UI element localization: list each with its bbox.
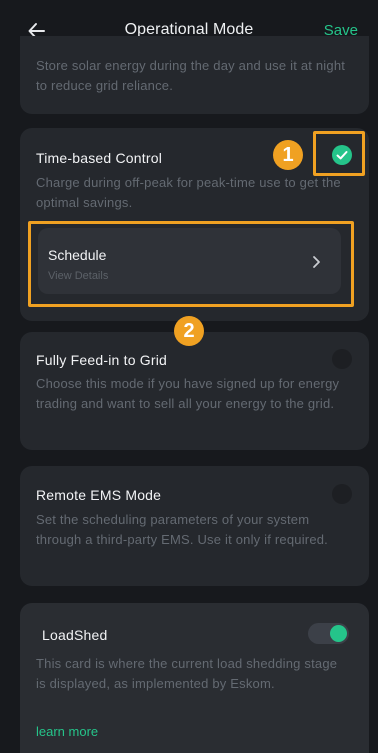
annotation-badge-2: 2 xyxy=(174,316,204,346)
mode-title: Fully Feed-in to Grid xyxy=(36,352,168,368)
mode-title: Remote EMS Mode xyxy=(36,487,162,503)
toggle-knob xyxy=(330,625,347,642)
mode-description: Charge during off-peak for peak-time use… xyxy=(36,175,341,210)
mode-card-self-consumption[interactable]: Store solar energy during the day and us… xyxy=(20,36,369,114)
highlight-box-schedule xyxy=(28,221,354,307)
mode-description: Set the scheduling parameters of your sy… xyxy=(36,512,328,547)
radio-unselected[interactable] xyxy=(332,484,352,504)
learn-more-link[interactable]: learn more xyxy=(36,724,98,739)
highlight-box-check xyxy=(313,131,365,176)
loadshed-toggle[interactable] xyxy=(308,623,349,644)
annotation-badge-1: 1 xyxy=(273,140,303,170)
loadshed-card: LoadShed This card is where the current … xyxy=(20,603,369,753)
mode-description: Choose this mode if you have signed up f… xyxy=(36,376,340,411)
mode-title: Time-based Control xyxy=(36,150,163,166)
operational-mode-screen: Operational Mode Save Store solar energy… xyxy=(0,0,378,753)
mode-card-fully-feed-in[interactable]: Fully Feed-in to Grid Choose this mode i… xyxy=(20,332,369,450)
radio-unselected[interactable] xyxy=(332,349,352,369)
loadshed-title: LoadShed xyxy=(42,627,108,643)
mode-description: Store solar energy during the day and us… xyxy=(36,58,346,93)
mode-card-remote-ems[interactable]: Remote EMS Mode Set the scheduling param… xyxy=(20,466,369,586)
loadshed-description: This card is where the current load shed… xyxy=(36,656,338,691)
